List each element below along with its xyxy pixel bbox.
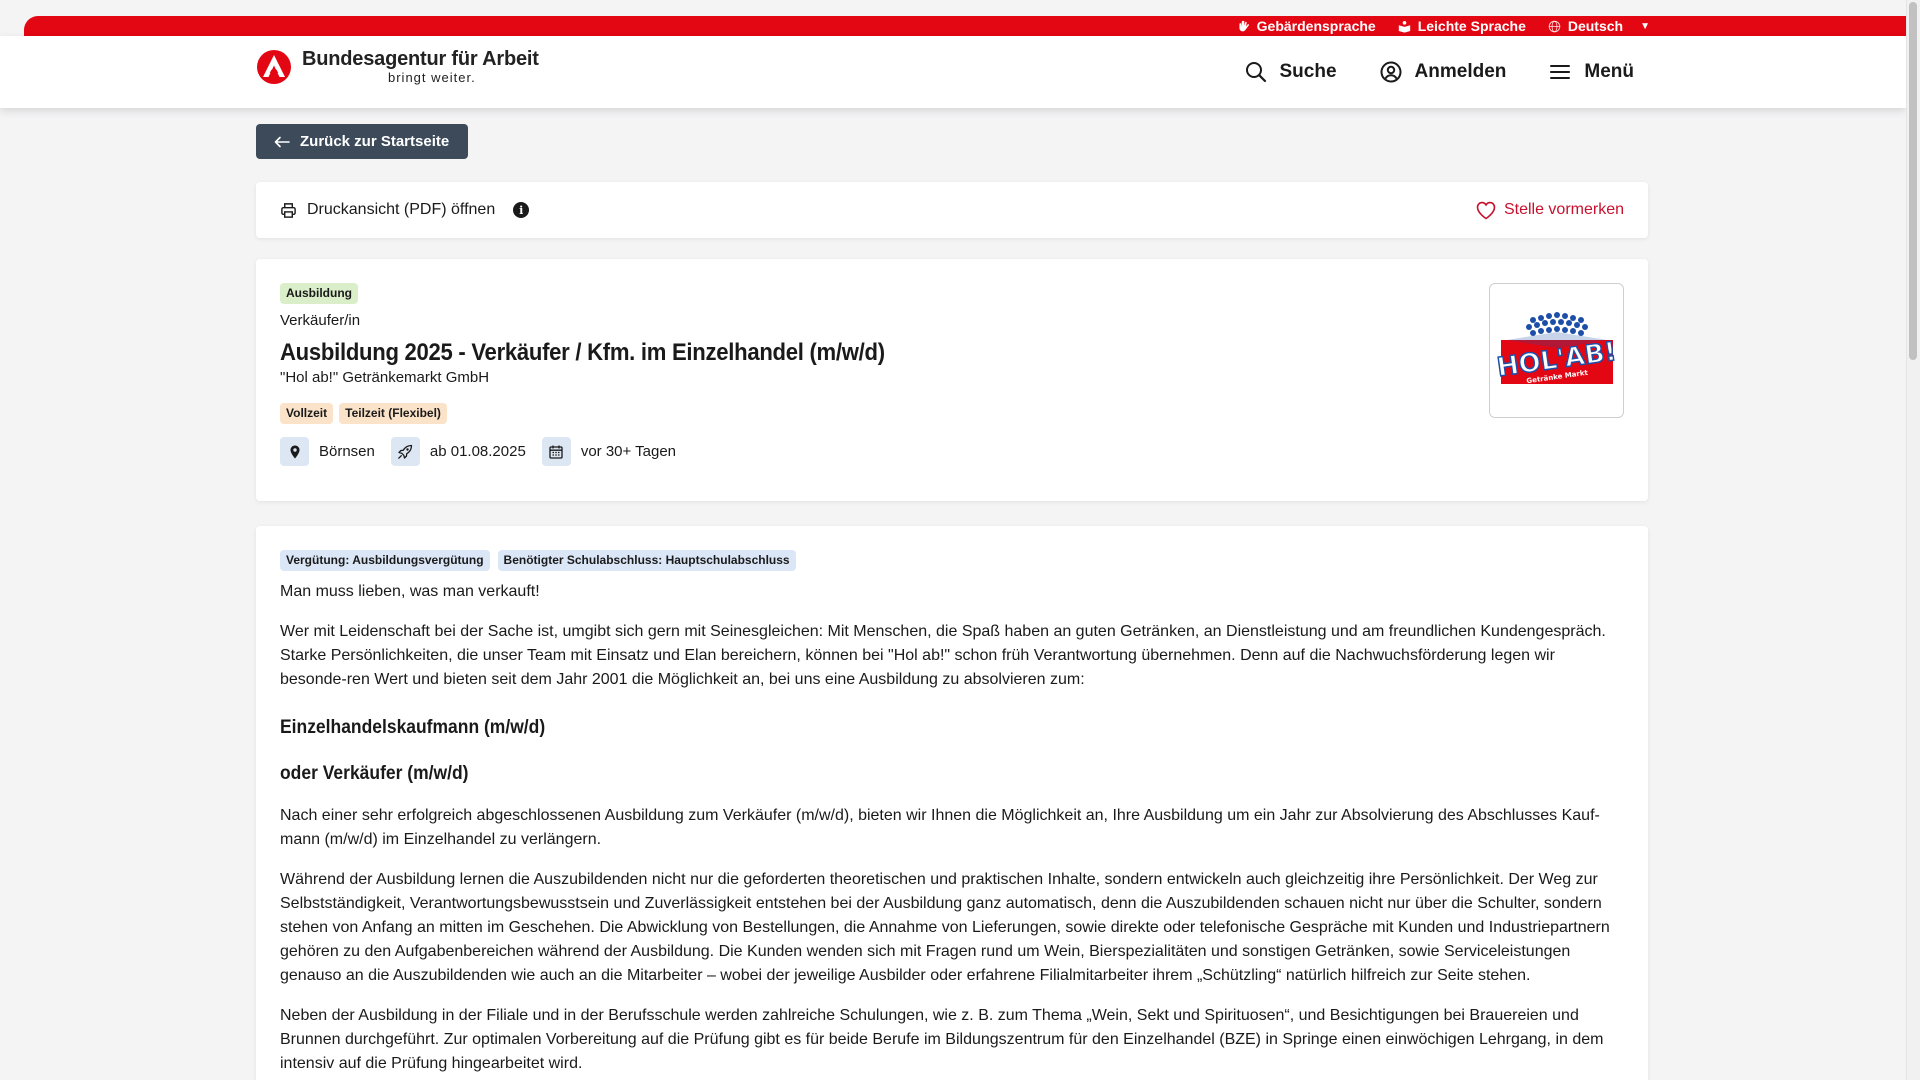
easy-language-link[interactable]: Leichte Sprache	[1398, 18, 1526, 34]
sign-language-link[interactable]: Gebärdensprache	[1237, 18, 1376, 34]
job-description-card: Vergütung: Ausbildungsvergütung Benötigt…	[256, 526, 1648, 1080]
employer-name: "Hol ab!" Getränkemarkt GmbH	[280, 369, 490, 386]
holab-logo-icon: HOL'AB! Getränke Markt	[1494, 311, 1619, 385]
book-icon	[1398, 20, 1410, 33]
occupation: Verkäufer/in	[280, 312, 361, 329]
brand-name: Bundesagentur für Arbeit	[302, 48, 539, 70]
description-heading: Einzelhandelskaufmann (m/w/d)	[280, 717, 546, 738]
work-time-badges: Vollzeit Teilzeit (Flexibel)	[280, 403, 1624, 424]
printer-icon	[281, 202, 296, 218]
chevron-down-icon: ▼	[1640, 20, 1650, 32]
work-time-badge: Teilzeit (Flexibel)	[339, 403, 447, 424]
description-intro: Man muss lieben, was man verkauft!	[280, 583, 540, 600]
posted-date-text: vor 30+ Tagen	[580, 443, 677, 460]
description-paragraph: Während der Ausbildung lernen die Auszub…	[280, 871, 1610, 984]
back-to-home-label: Zurück zur Startseite	[300, 133, 450, 150]
job-meta: Börnsen ab 01.08.2025 vor 30+ Tagen	[280, 437, 1624, 466]
arrow-left-icon	[274, 136, 290, 147]
location-pin-icon	[280, 437, 309, 466]
hand-icon	[1239, 20, 1249, 31]
sign-language-label: Gebärdensprache	[1256, 18, 1376, 34]
job-title: Ausbildung 2025 - Verkäufer / Kfm. im Ei…	[280, 339, 885, 366]
scrollbar-thumb[interactable]	[1909, 2, 1917, 360]
site-header: Bundesagentur für Arbeit bringt weiter. …	[0, 36, 1906, 108]
print-pdf-button[interactable]: Druckansicht (PDF) öffnen i	[280, 201, 530, 219]
job-posted-date: vor 30+ Tagen	[541, 437, 677, 466]
rocket-icon	[390, 437, 420, 466]
search-button[interactable]: Suche	[1244, 60, 1337, 84]
employer-logo: HOL'AB! Getränke Markt	[1489, 283, 1624, 418]
job-start-date: ab 01.08.2025	[390, 437, 526, 466]
hamburger-icon	[1550, 65, 1571, 79]
login-button[interactable]: Anmelden	[1379, 60, 1507, 84]
work-time-badge: Vollzeit	[280, 403, 334, 424]
description-heading: oder Verkäufer (m/w/d)	[280, 763, 469, 784]
brand-logo-link[interactable]: Bundesagentur für Arbeit bringt weiter.	[256, 48, 539, 86]
actions-bar: Druckansicht (PDF) öffnen i Stelle vorme…	[256, 182, 1648, 238]
easy-language-label: Leichte Sprache	[1417, 18, 1526, 34]
calendar-icon	[541, 437, 571, 466]
search-icon	[1245, 62, 1266, 83]
description-paragraph: Nach einer sehr erfolgreich abgeschlosse…	[280, 807, 1600, 848]
language-selector[interactable]: Deutsch ▼	[1548, 18, 1650, 34]
location-text: Börnsen	[319, 443, 375, 460]
job-location: Börnsen	[280, 437, 375, 466]
menu-label: Menü	[1584, 61, 1634, 82]
print-pdf-label: Druckansicht (PDF) öffnen	[307, 201, 496, 218]
back-to-home-button[interactable]: Zurück zur Startseite	[256, 124, 468, 159]
brand-tagline: bringt weiter.	[388, 70, 476, 85]
education-tag: Benötigter Schulabschluss: Hauptschulabs…	[497, 550, 796, 571]
start-date-text: ab 01.08.2025	[429, 443, 526, 460]
job-type-badge: Ausbildung	[280, 283, 358, 304]
user-icon	[1380, 61, 1402, 83]
compensation-tag: Vergütung: Ausbildungsvergütung	[280, 550, 490, 571]
ba-logo-icon	[257, 50, 291, 84]
info-icon[interactable]: i	[513, 202, 530, 218]
job-header-card: Ausbildung Verkäufer/in Ausbildung 2025 …	[256, 259, 1648, 501]
description-paragraph: Neben der Ausbildung in der Filiale und …	[280, 1007, 1604, 1072]
bookmark-job-button[interactable]: Stelle vormerken	[1476, 201, 1624, 220]
login-label: Anmelden	[1414, 61, 1507, 82]
search-label: Suche	[1279, 61, 1337, 82]
globe-icon	[1548, 20, 1561, 32]
main-nav: Suche Anmelden Menü	[1244, 60, 1634, 84]
language-label: Deutsch	[1567, 18, 1624, 34]
menu-button[interactable]: Menü	[1548, 60, 1634, 84]
heart-icon	[1476, 201, 1496, 219]
service-bar: Gebärdensprache Leichte Sprache Deutsch …	[24, 16, 1906, 36]
page-scrollbar[interactable]	[1906, 0, 1920, 1080]
description-paragraph: Wer mit Leidenschaft bei der Sache ist, …	[280, 623, 1606, 688]
bookmark-job-label: Stelle vormerken	[1503, 201, 1624, 218]
job-info-tags: Vergütung: Ausbildungsvergütung Benötigt…	[280, 550, 1624, 571]
